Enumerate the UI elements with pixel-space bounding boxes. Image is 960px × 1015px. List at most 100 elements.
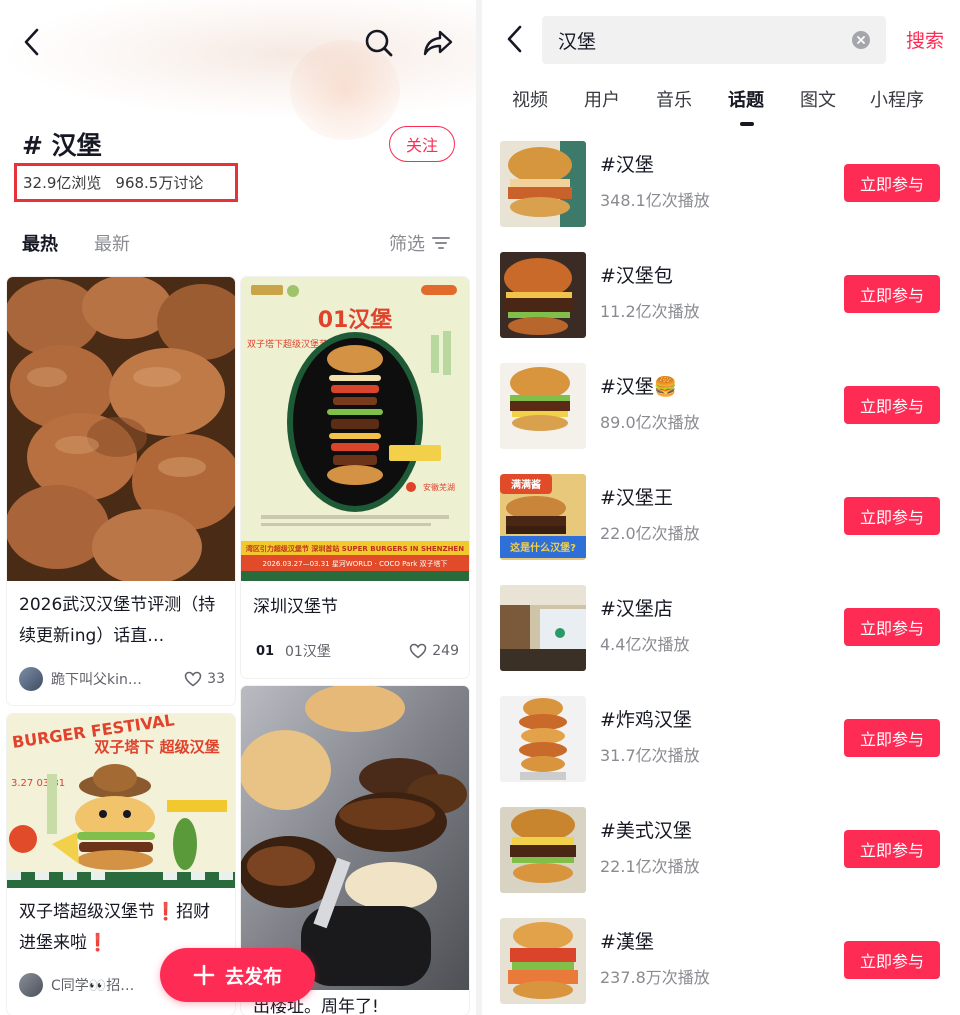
topic-play-count: 22.1亿次播放 xyxy=(600,857,700,876)
post-meta: 跪下叫父kin… 33 xyxy=(19,667,225,691)
tab-music[interactable]: 音乐 xyxy=(656,86,692,112)
search-query: 汉堡 xyxy=(558,30,597,53)
post-cover-image xyxy=(241,686,469,990)
topic-stats: 32.9亿浏览 968.5万讨论 xyxy=(14,163,238,202)
search-button[interactable]: 搜索 xyxy=(906,26,944,53)
topic-name: #美式汉堡 xyxy=(600,820,692,842)
follow-button[interactable]: 关注 xyxy=(389,126,455,162)
avatar xyxy=(19,667,43,691)
topic-name: #炸鸡汉堡 xyxy=(600,709,692,731)
topic-thumbnail xyxy=(500,807,586,893)
sort-new-tab[interactable]: 最新 xyxy=(94,230,130,256)
topic-title: # 汉堡 xyxy=(22,131,102,160)
like-count: 33 xyxy=(207,671,225,687)
poster-dates: 2026.03.27—03.31 星河WORLD · COCO Park 双子塔… xyxy=(263,559,448,568)
post-title: 2026武汉汉堡节评测（持续更新ing）话直… xyxy=(19,595,216,646)
topic-thumbnail xyxy=(500,696,586,782)
join-button[interactable]: 立即参与 xyxy=(844,386,940,424)
filter-label: 筛选 xyxy=(389,234,425,255)
like-button[interactable]: 33 xyxy=(184,671,225,687)
topic-play-count: 237.8万次播放 xyxy=(600,968,710,987)
topic-row[interactable]: #汉堡 348.1亿次播放 立即参与 xyxy=(482,141,960,252)
plus-icon xyxy=(193,964,215,986)
topic-name: #汉堡王 xyxy=(600,487,673,509)
share-icon[interactable] xyxy=(420,26,456,60)
topic-row[interactable]: #汉堡店 4.4亿次播放 立即参与 xyxy=(482,585,960,696)
tab-mini-programs[interactable]: 小程序 xyxy=(870,86,924,112)
heart-icon xyxy=(184,671,202,687)
poster-banner: 湾区引力超级汉堡节 深圳首站 SUPER BURGERS IN SHENZHEN xyxy=(246,544,464,553)
poster-tag: 安徽芜湖 xyxy=(423,482,455,492)
join-button[interactable]: 立即参与 xyxy=(844,164,940,202)
sort-hot-tab[interactable]: 最热 xyxy=(22,230,58,256)
poster-brand: 01汉堡 xyxy=(318,307,393,333)
avatar xyxy=(19,973,43,997)
active-tab-indicator xyxy=(740,122,754,126)
join-button[interactable]: 立即参与 xyxy=(844,941,940,979)
discussions-count: 968.5万讨论 xyxy=(115,174,204,192)
post-card[interactable]: 2026武汉汉堡节评测（持续更新ing）话直… 跪下叫父kin… 33 xyxy=(7,277,235,705)
like-button[interactable]: 249 xyxy=(409,643,459,659)
topic-thumbnail xyxy=(500,918,586,1004)
filter-button[interactable]: 筛选 xyxy=(389,230,451,256)
search-results-page: 汉堡 搜索 视频 用户 音乐 话题 图文 小程序 #汉堡 348.1亿次播放 立… xyxy=(476,0,960,1015)
topic-play-count: 11.2亿次播放 xyxy=(600,302,700,321)
author-name: 01汉堡 xyxy=(285,644,331,660)
topic-name: #汉堡店 xyxy=(600,598,673,620)
topic-row[interactable]: #漢堡 237.8万次播放 立即参与 xyxy=(482,918,960,1015)
filter-icon xyxy=(432,237,450,249)
tab-image-posts[interactable]: 图文 xyxy=(800,86,836,112)
post-cover-image: 01汉堡 双子塔下超级汉堡节 安徽芜湖 湾区引力超级汉堡节 深圳首站 SUPER… xyxy=(241,277,469,581)
post-card[interactable]: 01汉堡 双子塔下超级汉堡节 安徽芜湖 湾区引力超级汉堡节 深圳首站 SUPER… xyxy=(241,277,469,678)
back-arrow-icon[interactable] xyxy=(500,22,530,56)
tab-topics[interactable]: 话题 xyxy=(728,86,764,112)
post-cover-image: BURGER FESTIVAL 双子塔下 超级汉堡 3.27 03.31 xyxy=(7,714,235,888)
search-tabs: 视频 用户 音乐 话题 图文 小程序 xyxy=(482,84,960,126)
join-button[interactable]: 立即参与 xyxy=(844,719,940,757)
join-button[interactable]: 立即参与 xyxy=(844,608,940,646)
search-input[interactable]: 汉堡 xyxy=(542,16,886,64)
topic-row[interactable]: 满满酱 这是什么汉堡? #汉堡王 22.0亿次播放 立即参与 xyxy=(482,474,960,585)
publish-button[interactable]: 去发布 xyxy=(160,948,315,1002)
thumbnail-overlay-top: 满满酱 xyxy=(511,478,541,491)
heart-icon xyxy=(410,643,427,659)
join-button[interactable]: 立即参与 xyxy=(844,497,940,535)
topic-row[interactable]: #美式汉堡 22.1亿次播放 立即参与 xyxy=(482,807,960,918)
topic-play-count: 89.0亿次播放 xyxy=(600,413,700,432)
poster-headline: 双子塔下 超级汉堡 xyxy=(94,738,219,756)
topic-thumbnail xyxy=(500,252,586,338)
topic-play-count: 4.4亿次播放 xyxy=(600,635,690,654)
post-cover-image xyxy=(7,277,235,581)
topic-thumbnail xyxy=(500,141,586,227)
topic-row[interactable]: #汉堡🍔 89.0亿次播放 立即参与 xyxy=(482,363,960,474)
topic-name: #汉堡包 xyxy=(600,265,673,287)
topic-thumbnail xyxy=(500,363,586,449)
publish-label: 去发布 xyxy=(224,965,282,988)
topic-page: # 汉堡 关注 32.9亿浏览 968.5万讨论 最热 最新 筛选 2026武汉… xyxy=(0,0,476,1015)
topic-name: #汉堡 xyxy=(600,154,654,176)
back-arrow-icon[interactable] xyxy=(16,26,48,58)
topic-play-count: 31.7亿次播放 xyxy=(600,746,700,765)
clear-icon[interactable] xyxy=(852,31,870,49)
topic-name: #汉堡🍔 xyxy=(600,376,678,398)
topic-row[interactable]: #汉堡包 11.2亿次播放 立即参与 xyxy=(482,252,960,363)
author-name: 跪下叫父kin… xyxy=(51,672,142,688)
views-count: 32.9亿浏览 xyxy=(23,174,102,192)
tab-videos[interactable]: 视频 xyxy=(512,86,548,112)
topic-play-count: 348.1亿次播放 xyxy=(600,191,710,210)
topic-name: #漢堡 xyxy=(600,931,654,953)
topic-play-count: 22.0亿次播放 xyxy=(600,524,700,543)
like-count: 249 xyxy=(432,643,459,659)
join-button[interactable]: 立即参与 xyxy=(844,830,940,868)
topic-row[interactable]: #炸鸡汉堡 31.7亿次播放 立即参与 xyxy=(482,696,960,807)
post-meta: 01 01汉堡 249 xyxy=(253,639,459,663)
poster-side-title: 双子塔下超级汉堡节 xyxy=(247,338,328,350)
thumbnail-overlay-bottom: 这是什么汉堡? xyxy=(510,541,576,554)
post-title: 深圳汉堡节 xyxy=(253,597,338,617)
topic-thumbnail xyxy=(500,585,586,671)
tab-users[interactable]: 用户 xyxy=(584,86,620,112)
screen: # 汉堡 关注 32.9亿浏览 968.5万讨论 最热 最新 筛选 2026武汉… xyxy=(0,0,960,1015)
search-icon[interactable] xyxy=(362,26,396,60)
topic-thumbnail: 满满酱 这是什么汉堡? xyxy=(500,474,586,560)
join-button[interactable]: 立即参与 xyxy=(844,275,940,313)
